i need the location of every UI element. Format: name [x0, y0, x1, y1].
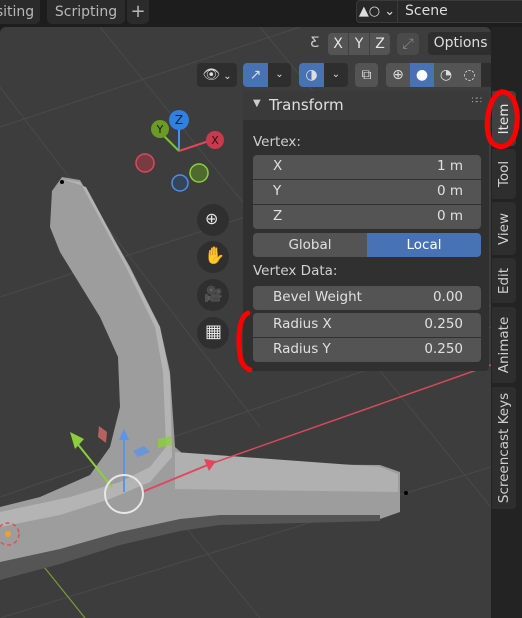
mirror-x-toggle[interactable]: X [328, 33, 348, 55]
tab-label: Scripting [54, 4, 118, 20]
zoom-button[interactable]: ⊕ [197, 204, 229, 236]
vertex-y-field[interactable]: Y 0 m [253, 180, 481, 204]
field-value: 1 m [436, 158, 463, 174]
field-value: 0 m [436, 183, 463, 199]
visibility-eye-icon: 👁 [202, 67, 221, 83]
field-value: 0.250 [424, 316, 463, 332]
tab-label: View [496, 212, 512, 245]
field-label: Y [273, 183, 282, 199]
chevron-down-icon: ⌄ [220, 71, 232, 82]
y-arrow-icon[interactable] [70, 432, 84, 449]
vertex-data-label: Vertex Data: [253, 263, 338, 279]
field-value: 0.250 [424, 341, 463, 357]
shading-solid[interactable]: ● [410, 63, 434, 87]
workspace-tab-scripting[interactable]: Scripting [47, 0, 125, 24]
workspace-topbar: siting Scripting + ▲○ ⌄ Scene [0, 0, 522, 26]
vertex-label: Vertex: [253, 134, 301, 150]
vertex-z-field[interactable]: Z 0 m [253, 205, 481, 229]
vertex-x-field[interactable]: X 1 m [253, 155, 481, 179]
gizmo-toggle[interactable]: ↗ [243, 63, 268, 87]
scene-selector[interactable]: ▲○ ⌄ Scene [356, 0, 522, 23]
material-sphere-icon: ◔ [439, 67, 453, 83]
pan-button[interactable]: ✋ [197, 241, 229, 273]
mirror-butterfly-icon[interactable]: Ƹ [305, 35, 325, 53]
wireframe-sphere-icon: ⊕ [392, 67, 404, 83]
pan-hand-icon: ✋ [204, 246, 226, 266]
tab-label: Item [496, 103, 512, 134]
vertex-dot [60, 180, 64, 184]
tab-label: Edit [496, 267, 512, 294]
sidebar-tab-animate[interactable]: Animate [492, 307, 516, 383]
field-value: 0.00 [432, 289, 463, 305]
panel-title: Transform [269, 96, 344, 114]
solid-sphere-icon: ● [415, 67, 429, 83]
bevel-weight-field[interactable]: Bevel Weight 0.00 [253, 286, 481, 310]
rendered-sphere-icon: ◌ [463, 67, 476, 83]
field-label: Bevel Weight [273, 289, 362, 305]
camera-view-button[interactable]: 🎥 [197, 279, 229, 311]
shading-rendered[interactable]: ◌ [458, 63, 481, 87]
transform-panel: ▼ Transform ∷∷ Vertex: X 1 m Y 0 m Z 0 m Gl… [243, 91, 489, 371]
scene-icon[interactable]: ▲○ ⌄ [357, 1, 398, 22]
tab-label: Animate [496, 316, 512, 374]
shading-material-preview[interactable]: ◔ [434, 63, 458, 87]
yz-plane-handle[interactable] [98, 426, 107, 443]
global-toggle[interactable]: Global [253, 233, 367, 257]
transform-panel-header[interactable]: ▼ Transform ∷∷ [243, 91, 489, 120]
gizmo-icon: ↗ [249, 67, 262, 83]
mirror-y-toggle[interactable]: Y [348, 33, 369, 55]
field-label: X [273, 158, 283, 174]
camera-icon: 🎥 [204, 285, 223, 303]
svg-text:X: X [211, 134, 219, 147]
add-workspace-button[interactable]: + [127, 0, 149, 24]
navigation-gizmo[interactable]: Z Y X [135, 110, 224, 192]
svg-text:Y: Y [156, 123, 164, 136]
overlay-toggle[interactable]: ◑ [299, 63, 324, 87]
field-label: Radius X [273, 316, 332, 332]
sidebar-tab-item[interactable]: Item [492, 91, 516, 146]
workspace-tab-compositing[interactable]: siting [0, 0, 40, 24]
tab-label: Tool [496, 160, 512, 188]
field-label: Z [273, 208, 283, 224]
mirror-z-toggle[interactable]: Z [369, 33, 390, 55]
chevron-down-icon: ⌄ [331, 69, 341, 80]
field-value: 0 m [436, 208, 463, 224]
tab-label: siting [0, 4, 35, 20]
overlay-dropdown[interactable]: ⌄ [324, 63, 348, 87]
svg-text:Z: Z [175, 113, 183, 127]
collapse-triangle-icon[interactable]: ▼ [253, 98, 261, 109]
xray-toggle-icon: ⧉ [361, 67, 372, 83]
plus-icon: + [130, 1, 146, 22]
field-label: Radius Y [273, 341, 331, 357]
ortho-toggle-button[interactable]: ▦ [197, 317, 229, 349]
shading-wireframe[interactable]: ⊕ [386, 63, 410, 87]
zoom-icon: ⊕ [205, 209, 219, 228]
radius-y-field[interactable]: Radius Y 0.250 [253, 338, 481, 362]
local-toggle[interactable]: Local [367, 233, 481, 257]
xray-toggle[interactable]: ⧉ [355, 63, 378, 87]
gizmo-dropdown[interactable]: ⌄ [268, 63, 291, 87]
tab-label: Screencast Keys [496, 392, 512, 504]
sidebar-tab-tool[interactable]: Tool [492, 149, 516, 199]
sidebar-tab-screencast-keys[interactable]: Screencast Keys [492, 387, 516, 509]
options-label: Options [433, 35, 488, 51]
sidebar-tab-edit[interactable]: Edit [492, 258, 516, 303]
overlay-icon: ◑ [305, 67, 318, 83]
ortho-grid-icon: ▦ [205, 321, 223, 342]
sidebar-tab-view[interactable]: View [492, 202, 516, 255]
scene-name[interactable]: Scene [405, 1, 448, 21]
radius-x-field[interactable]: Radius X 0.250 [253, 313, 481, 337]
vertex-dot [404, 491, 408, 495]
auto-merge-icon[interactable]: ⤢ [397, 33, 419, 55]
chevron-down-icon: ⌄ [275, 69, 284, 80]
visibility-dropdown[interactable]: 👁 ⌄ [197, 63, 237, 87]
drag-handle-icon[interactable]: ∷∷ [472, 96, 483, 106]
